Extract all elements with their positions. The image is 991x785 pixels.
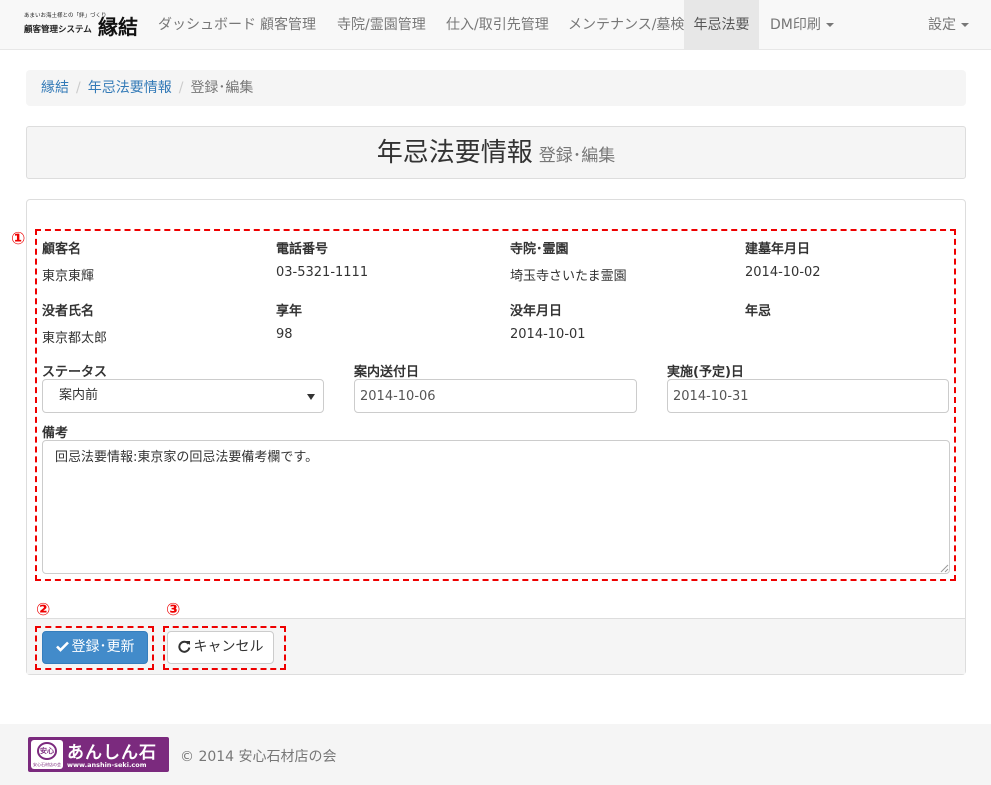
anshin-seki-logo[interactable]: 安心 安心石材店の会 あんしん石 www.anshin-seki.com bbox=[28, 737, 169, 772]
copyright-text: © 2014 安心石材店の会 bbox=[180, 749, 337, 765]
brand-name: 縁結 bbox=[98, 15, 138, 39]
annotation-box-3 bbox=[163, 626, 286, 670]
annotation-number-1: ① bbox=[11, 229, 26, 249]
nav-dm-print[interactable]: DM印刷 bbox=[760, 0, 844, 50]
breadcrumb-separator: / bbox=[178, 80, 184, 96]
nav-temples[interactable]: 寺院/霊園管理 bbox=[327, 0, 436, 50]
logo-mark-icon: 安心 安心石材店の会 bbox=[31, 740, 63, 769]
chevron-down-icon bbox=[825, 23, 834, 27]
nav-customers[interactable]: 顧客管理 bbox=[250, 0, 326, 50]
breadcrumb: 縁結 / 年忌法要情報 / 登録･編集 bbox=[26, 70, 966, 106]
page-title: 年忌法要情報 bbox=[376, 138, 533, 168]
annotation-number-2: ② bbox=[36, 600, 51, 620]
brand-system-name: 顧客管理システム bbox=[24, 25, 92, 35]
page-subtitle: 登録･編集 bbox=[538, 146, 616, 166]
brand-tagline: あまいお海土様との「絆」づくり bbox=[24, 13, 107, 19]
annotation-box-1 bbox=[35, 229, 956, 581]
logo-title: あんしん石 bbox=[67, 743, 157, 763]
logo-url: www.anshin-seki.com bbox=[67, 761, 147, 769]
nav-memorial[interactable]: 年忌法要 bbox=[684, 0, 759, 50]
breadcrumb-current: 登録･編集 bbox=[190, 80, 254, 96]
page-header: 年忌法要情報 登録･編集 bbox=[26, 126, 966, 179]
breadcrumb-home[interactable]: 縁結 bbox=[41, 80, 69, 96]
breadcrumb-separator: / bbox=[76, 80, 81, 96]
breadcrumb-memorial-info[interactable]: 年忌法要情報 bbox=[88, 80, 172, 96]
nav-settings[interactable]: 設定 bbox=[918, 0, 979, 50]
annotation-number-3: ③ bbox=[166, 600, 181, 620]
brand-logo[interactable]: あまいお海土様との「絆」づくり 顧客管理システム 縁結 bbox=[24, 11, 140, 39]
chevron-down-icon bbox=[961, 23, 969, 27]
nav-maintenance[interactable]: メンテナンス/墓検 bbox=[559, 0, 693, 50]
nav-suppliers[interactable]: 仕入/取引先管理 bbox=[436, 0, 559, 50]
top-navbar: あまいお海土様との「絆」づくり 顧客管理システム 縁結 ダッシュボード 顧客管理… bbox=[0, 0, 991, 50]
page-footer: 安心 安心石材店の会 あんしん石 www.anshin-seki.com © 2… bbox=[0, 724, 991, 785]
annotation-box-2 bbox=[35, 626, 154, 670]
